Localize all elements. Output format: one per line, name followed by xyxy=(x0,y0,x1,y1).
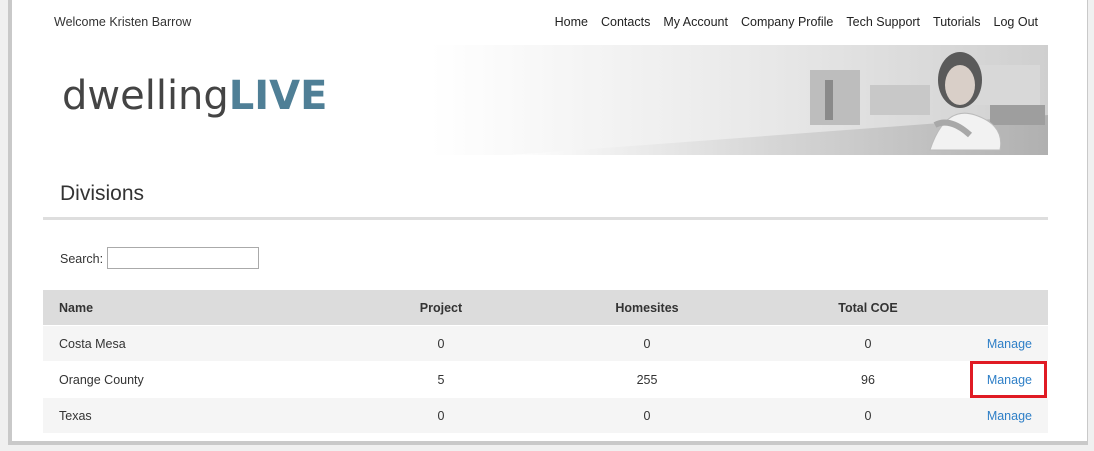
cell-homesites: 255 xyxy=(523,361,771,398)
manage-link-orange-county[interactable]: Manage xyxy=(987,373,1032,387)
nav-contacts[interactable]: Contacts xyxy=(601,15,650,29)
column-header-total-coe[interactable]: Total COE xyxy=(771,290,965,326)
divisions-table: Name Project Homesites Total COE Costa M… xyxy=(43,290,1048,433)
cell-project: 5 xyxy=(359,361,523,398)
cell-actions: Manage xyxy=(965,325,1048,362)
nav-log-out[interactable]: Log Out xyxy=(994,15,1038,29)
cell-homesites: 0 xyxy=(523,325,771,362)
search-label: Search: xyxy=(60,252,104,266)
cell-project: 0 xyxy=(359,325,523,362)
cell-division-name: Orange County xyxy=(43,361,359,398)
table-row: Texas 0 0 0 Manage xyxy=(43,397,1048,433)
cell-total-coe: 0 xyxy=(771,397,965,433)
nav-home[interactable]: Home xyxy=(555,15,588,29)
manage-link-texas[interactable]: Manage xyxy=(987,409,1032,423)
banner-kitchen-illustration xyxy=(430,45,1048,155)
logo-text-dwelling: dwelling xyxy=(62,73,229,119)
title-divider xyxy=(43,217,1048,220)
nav-tutorials[interactable]: Tutorials xyxy=(933,15,980,29)
cell-actions: Manage xyxy=(965,397,1048,433)
logo-text-live: LIVE xyxy=(228,73,328,119)
manage-link-costa-mesa[interactable]: Manage xyxy=(987,337,1032,351)
table-row: Orange County 5 255 96 Manage xyxy=(43,361,1048,398)
nav-company-profile[interactable]: Company Profile xyxy=(741,15,833,29)
top-nav: Home Contacts My Account Company Profile… xyxy=(542,15,1038,29)
nav-my-account[interactable]: My Account xyxy=(663,15,728,29)
column-header-actions xyxy=(965,290,1048,326)
search-input[interactable] xyxy=(107,247,259,269)
column-header-homesites[interactable]: Homesites xyxy=(523,290,771,326)
header-banner-image xyxy=(430,45,1048,155)
page-title: Divisions xyxy=(60,182,145,205)
cell-homesites: 0 xyxy=(523,397,771,433)
table-header-row: Name Project Homesites Total COE xyxy=(43,290,1048,326)
cell-division-name: Costa Mesa xyxy=(43,325,359,362)
cell-total-coe: 96 xyxy=(771,361,965,398)
cell-actions: Manage xyxy=(965,361,1048,398)
cell-project: 0 xyxy=(359,397,523,433)
column-header-project[interactable]: Project xyxy=(359,290,523,326)
table-row: Costa Mesa 0 0 0 Manage xyxy=(43,325,1048,362)
column-header-name[interactable]: Name xyxy=(43,290,359,326)
nav-tech-support[interactable]: Tech Support xyxy=(846,15,920,29)
dwellinglive-logo: dwellingLIVE xyxy=(62,73,327,117)
cell-division-name: Texas xyxy=(43,397,359,433)
cell-total-coe: 0 xyxy=(771,325,965,362)
welcome-text: Welcome Kristen Barrow xyxy=(54,15,192,29)
